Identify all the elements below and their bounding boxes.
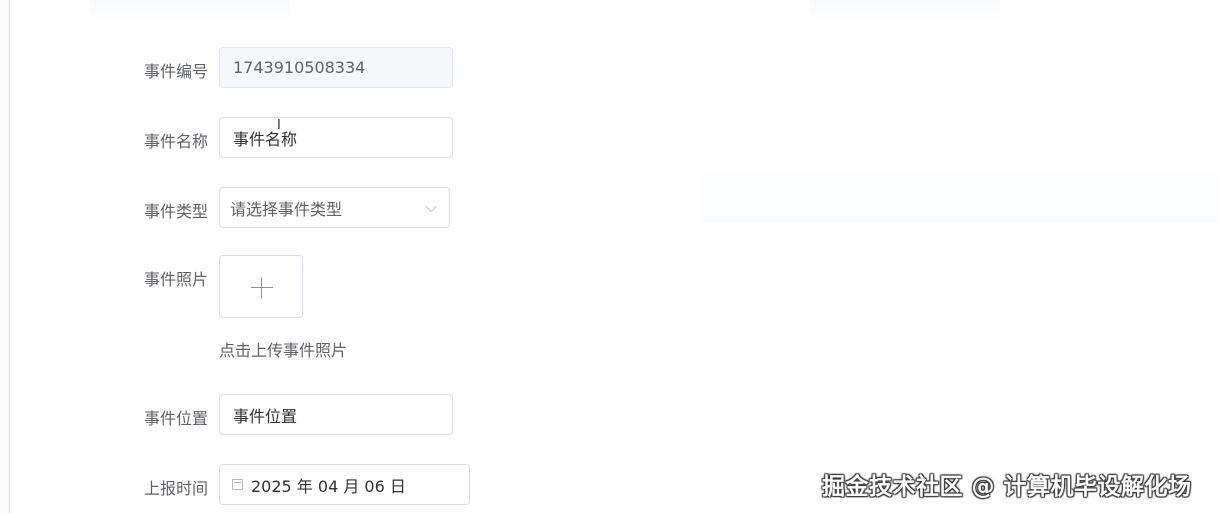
- left-panel-border: [0, 0, 10, 513]
- event-type-select[interactable]: 请选择事件类型: [219, 187, 450, 228]
- event-name-placeholder: 事件名称: [233, 129, 298, 149]
- watermark-text: 掘金技术社区 @ 计算机毕设解化场: [822, 474, 1192, 500]
- text-cursor-icon: I: [277, 118, 281, 133]
- event-id-field[interactable]: 1743910508334: [219, 47, 453, 88]
- event-location-label: 事件位置: [143, 409, 208, 428]
- report-time-label: 上报时间: [143, 479, 208, 498]
- calendar-icon: [232, 479, 243, 490]
- event-name-input[interactable]: 事件名称: [219, 117, 453, 158]
- event-photo-label: 事件照片: [143, 270, 208, 289]
- event-location-input[interactable]: 事件位置: [219, 394, 453, 435]
- header-shadow: [810, 0, 1000, 22]
- event-id-label: 事件编号: [143, 62, 208, 81]
- report-time-value: 2025 年 04 月 06 日: [251, 476, 406, 496]
- chevron-down-icon: [425, 200, 437, 212]
- background-shadow: [700, 175, 1220, 223]
- event-type-placeholder: 请选择事件类型: [230, 199, 343, 219]
- event-name-label: 事件名称: [143, 132, 208, 151]
- event-type-label: 事件类型: [143, 202, 208, 221]
- header-shadow: [90, 0, 290, 22]
- event-id-value: 1743910508334: [233, 58, 366, 77]
- photo-upload-hint: 点击上传事件照片: [219, 341, 348, 360]
- photo-upload-button[interactable]: [219, 255, 303, 318]
- report-time-datepicker[interactable]: 2025 年 04 月 06 日: [219, 464, 470, 505]
- event-location-placeholder: 事件位置: [233, 406, 298, 426]
